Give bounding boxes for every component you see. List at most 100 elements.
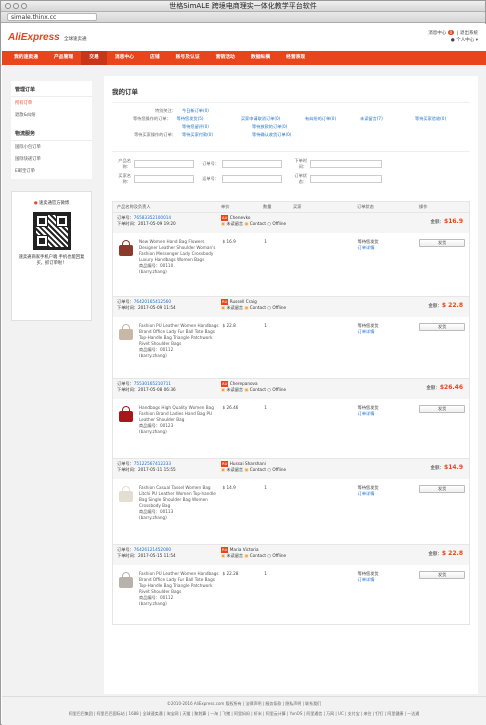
url-field[interactable]: simale.thinx.cc	[7, 13, 97, 21]
product-thumbnail[interactable]	[117, 239, 135, 257]
message-icon: ▣	[221, 553, 225, 558]
minimize-window-icon[interactable]	[13, 3, 19, 9]
ship-button[interactable]: 发货	[419, 571, 466, 579]
product-thumbnail[interactable]	[117, 485, 135, 503]
order-total: $26.46	[439, 384, 463, 391]
order-status-select[interactable]	[310, 175, 382, 183]
contact-link[interactable]: Contact	[250, 305, 266, 310]
buyer-name-input[interactable]	[134, 175, 194, 183]
buyer-name[interactable]: Maria Victoria	[230, 547, 259, 552]
buyer-name[interactable]: Chenevko	[230, 215, 251, 220]
nav-item-performance[interactable]: 经营表现	[278, 51, 313, 65]
main-content: 我的订单 特别关注： 今日新订单(0) 等待您操作的订单： 等待您发货(5) 买家…	[104, 76, 478, 694]
unread-message-link[interactable]: 未读留言	[226, 553, 243, 558]
quantity: 1	[264, 405, 267, 410]
order-detail-link[interactable]: 订单详情	[358, 329, 420, 335]
unread-messages-link[interactable]: 未读留言(7)	[360, 115, 415, 123]
awaiting-payout-link[interactable]: 等待放款的订单(0)	[252, 123, 322, 131]
order-total: $ 22.8	[441, 550, 463, 557]
unread-message-link[interactable]: 未读留言	[226, 467, 243, 472]
message-center-link[interactable]: 消息中心	[428, 31, 446, 36]
total-label: 金额：	[428, 552, 442, 557]
unread-message-link[interactable]: 未读留言	[226, 387, 243, 392]
order-time-label: 下单时间：	[117, 467, 138, 472]
disputes-link[interactable]: 有纠纷的订单(0)	[305, 115, 360, 123]
sidebar-item-small-parcel[interactable]: 国际小包订单	[11, 141, 92, 153]
product-thumbnail[interactable]	[117, 323, 135, 341]
contact-link[interactable]: Contact	[250, 467, 266, 472]
message-icon: ▣	[221, 387, 225, 392]
nav-item-account[interactable]: 账号及认证	[168, 51, 208, 65]
logout-link[interactable]: 退出系统	[460, 31, 478, 36]
qr-title: 速卖通官方微博	[39, 201, 70, 206]
close-window-icon[interactable]	[5, 3, 11, 9]
buyer-inspection-link[interactable]: 等待买家验收(0)	[415, 115, 470, 123]
nav-item-messages[interactable]: 消息中心	[107, 51, 142, 65]
nav-item-my-aliexpress[interactable]: 我的速卖通	[6, 51, 46, 65]
order-header: 订单号：76420165412560 下单时间：2017-05-09 11:54…	[113, 297, 469, 317]
sidebar-item-epacket[interactable]: E邮宝订单	[11, 165, 92, 177]
order-detail-link[interactable]: 订单详情	[358, 491, 420, 497]
sidebar-item-refunds[interactable]: 退款&纠纷	[11, 109, 92, 121]
product-name-input[interactable]	[134, 160, 194, 168]
ship-button[interactable]: 发货	[419, 405, 466, 413]
message-icon: ▣	[221, 305, 225, 310]
product-title-link[interactable]: New Women Hand Bag Flowers Designer Leat…	[139, 239, 222, 263]
order-card: 订单号：75122567412233 下单时间：2017-05-11 15:55…	[112, 459, 470, 545]
product-title-link[interactable]: Fashion PU Leather Women Handbags Brand …	[139, 571, 222, 595]
ship-button[interactable]: 发货	[419, 485, 466, 493]
summary-label: 等待买家操作的订单：	[134, 132, 176, 137]
order-detail-link[interactable]: 订单详情	[358, 411, 420, 417]
new-orders-link[interactable]: 今日新订单(0)	[182, 107, 252, 115]
unread-message-link[interactable]: 未读留言	[226, 221, 243, 226]
sidebar-item-all-orders[interactable]: 所有订单	[11, 97, 92, 109]
ship-button[interactable]: 发货	[419, 239, 466, 247]
qr-caption: 速卖通商家手机户端 手机也能回复买，抓订单啦！	[18, 255, 85, 266]
tracking-no-input[interactable]	[222, 175, 282, 183]
product-thumbnail[interactable]	[117, 571, 135, 589]
nav-item-products[interactable]: 产品管理	[46, 51, 81, 65]
cancel-requests-link[interactable]: 买家申请取消订单(0)	[241, 115, 305, 123]
order-detail-link[interactable]: 订单详情	[358, 577, 420, 583]
awaiting-shipment-link[interactable]: 等待您发货(5)	[177, 115, 241, 123]
nav-item-trade[interactable]: 交易	[81, 51, 107, 65]
product-title-link[interactable]: Fashion Casual Tassel Women Bag Litchi P…	[139, 485, 222, 509]
site-header: AliExpress 全球速卖通 消息中心 0 | 退出系统 ● 个人中心 ▾	[2, 24, 486, 51]
unread-message-link[interactable]: 未读留言	[226, 305, 243, 310]
order-body: Fashion Casual Tassel Women Bag Litchi P…	[113, 479, 469, 527]
chevron-down-icon: ▾	[475, 38, 478, 43]
product-title-link[interactable]: Fashion PU Leather Women Handbags Brand …	[139, 323, 222, 347]
nav-item-data[interactable]: 数据纵横	[243, 51, 278, 65]
order-no-link[interactable]: 75530165210711	[134, 381, 171, 386]
ship-button[interactable]: 发货	[419, 323, 466, 331]
order-no-link[interactable]: 76426121452000	[134, 547, 171, 552]
order-no-link[interactable]: 75122567412233	[134, 461, 171, 466]
product-thumbnail[interactable]	[117, 405, 135, 423]
unit-price: $ 22.28	[222, 571, 239, 576]
order-time: 2017-05-11 15:55	[137, 467, 176, 472]
order-time-input[interactable]	[310, 160, 382, 168]
contact-link[interactable]: Contact	[250, 221, 266, 226]
contact-link[interactable]: Contact	[250, 553, 266, 558]
contact-link[interactable]: Contact	[250, 387, 266, 392]
sidebar-item-express[interactable]: 国际快递订单	[11, 153, 92, 165]
awaiting-receipt-link[interactable]: 等待确认收货订单(0)	[252, 131, 322, 139]
order-no-label: 订单号：	[117, 547, 134, 552]
order-no-link[interactable]: 76420165412560	[134, 299, 171, 304]
nav-item-store[interactable]: 店铺	[142, 51, 168, 65]
buyer-name[interactable]: Russell Craig	[230, 299, 257, 304]
order-body: Fashion PU Leather Women Handbags Brand …	[113, 317, 469, 365]
awaiting-payment-link[interactable]: 等待买家付款(0)	[182, 131, 252, 139]
aliexpress-logo[interactable]: AliExpress	[8, 32, 60, 43]
order-detail-link[interactable]: 订单详情	[358, 245, 420, 251]
buyer-name[interactable]: Cherepanova	[230, 381, 258, 386]
buyer-name[interactable]: Hussai Sharshani	[230, 461, 266, 466]
user-center-menu[interactable]: 个人中心	[456, 38, 474, 43]
footer-links[interactable]: 阿里巴巴集团 | 阿里巴巴国际站 | 1688 | 全球速卖通 | 淘宝网 | …	[2, 711, 486, 717]
order-no-link[interactable]: 76583352100014	[134, 215, 171, 220]
nav-item-marketing[interactable]: 营销活动	[208, 51, 243, 65]
order-no-input[interactable]	[222, 160, 282, 168]
product-title-link[interactable]: Handbags High Quality Women Bag Fashion …	[139, 405, 222, 423]
zoom-window-icon[interactable]	[21, 3, 27, 9]
awaiting-feedback-link[interactable]: 等待您留评(0)	[182, 123, 252, 131]
